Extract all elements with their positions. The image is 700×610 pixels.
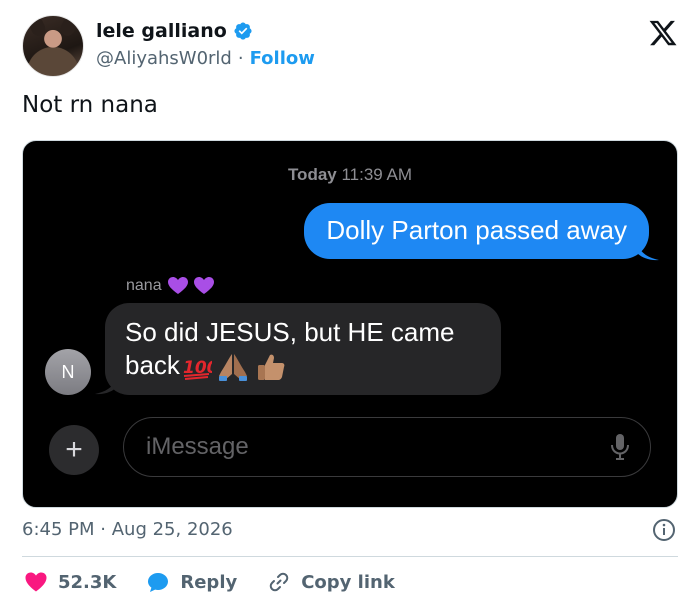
copy-link-button[interactable]: Copy link [267, 570, 395, 594]
copy-link-label: Copy link [301, 571, 395, 593]
like-button[interactable]: 52.3K [24, 570, 116, 594]
timestamp-day: Today [287, 165, 337, 184]
reply-label: Reply [180, 571, 238, 593]
author-name-row: lele galliano [96, 20, 253, 42]
link-icon [269, 572, 289, 592]
incoming-message-line1: So did JESUS, but HE came [125, 317, 455, 347]
x-logo-icon[interactable] [648, 18, 678, 48]
folded-hands-icon [218, 354, 247, 382]
outgoing-message-bubble: Dolly Parton passed away [304, 203, 649, 259]
imessage-input-field[interactable] [123, 417, 651, 477]
microphone-icon[interactable] [610, 433, 630, 461]
likes-count: 52.3K [58, 571, 117, 593]
author-display-name[interactable]: lele galliano [96, 20, 227, 42]
sender-label: nana [126, 277, 214, 295]
purple-heart-icon [193, 277, 214, 294]
reply-button[interactable]: Reply [146, 570, 237, 594]
follow-button[interactable]: Follow [250, 48, 315, 69]
timestamp-time: 11:39 AM [341, 165, 413, 184]
incoming-bubble-tail [95, 375, 117, 395]
tweet-time: 6:45 PM [22, 519, 95, 540]
heart-icon [25, 572, 47, 592]
avatar-cat-ear [28, 17, 48, 39]
handle-separator: · [237, 48, 244, 69]
tweet-date: Aug 25, 2026 [111, 519, 233, 540]
contact-avatar: N [45, 349, 91, 395]
purple-heart-icon [167, 277, 188, 294]
author-avatar[interactable] [22, 15, 84, 77]
tweet-media-image[interactable]: Today 11:39 AM Dolly Parton passed away … [22, 140, 678, 508]
hundred-points-icon: 100 [183, 358, 212, 381]
sender-name: nana [126, 277, 162, 294]
author-handle-row: @AliyahsW0rld · Follow [96, 48, 315, 69]
message-timestamp: Today 11:39 AM [23, 165, 677, 185]
tweet-text: Not rn nana [22, 92, 158, 118]
imessage-input[interactable] [146, 433, 586, 461]
tweet-timestamp[interactable]: 6:45 PM · Aug 25, 2026 [22, 519, 233, 540]
action-bar: 52.3K Reply Copy link [24, 570, 425, 594]
incoming-message-bubble: So did JESUS, but HE came back 100 [105, 303, 501, 395]
verified-badge-icon [234, 22, 252, 40]
reply-bubble-icon [148, 573, 169, 592]
plus-icon: + [65, 433, 83, 466]
thumbs-up-icon [257, 354, 285, 381]
incoming-emojis: 100 [182, 352, 288, 382]
info-icon[interactable] [652, 518, 676, 542]
divider [22, 556, 678, 557]
meta-separator: · [100, 519, 106, 540]
incoming-message-line2: back [125, 350, 180, 380]
outgoing-bubble-tail [637, 241, 659, 261]
plus-button[interactable]: + [49, 425, 99, 475]
avatar-cat-ear [58, 17, 78, 39]
author-handle[interactable]: @AliyahsW0rld [96, 48, 232, 69]
